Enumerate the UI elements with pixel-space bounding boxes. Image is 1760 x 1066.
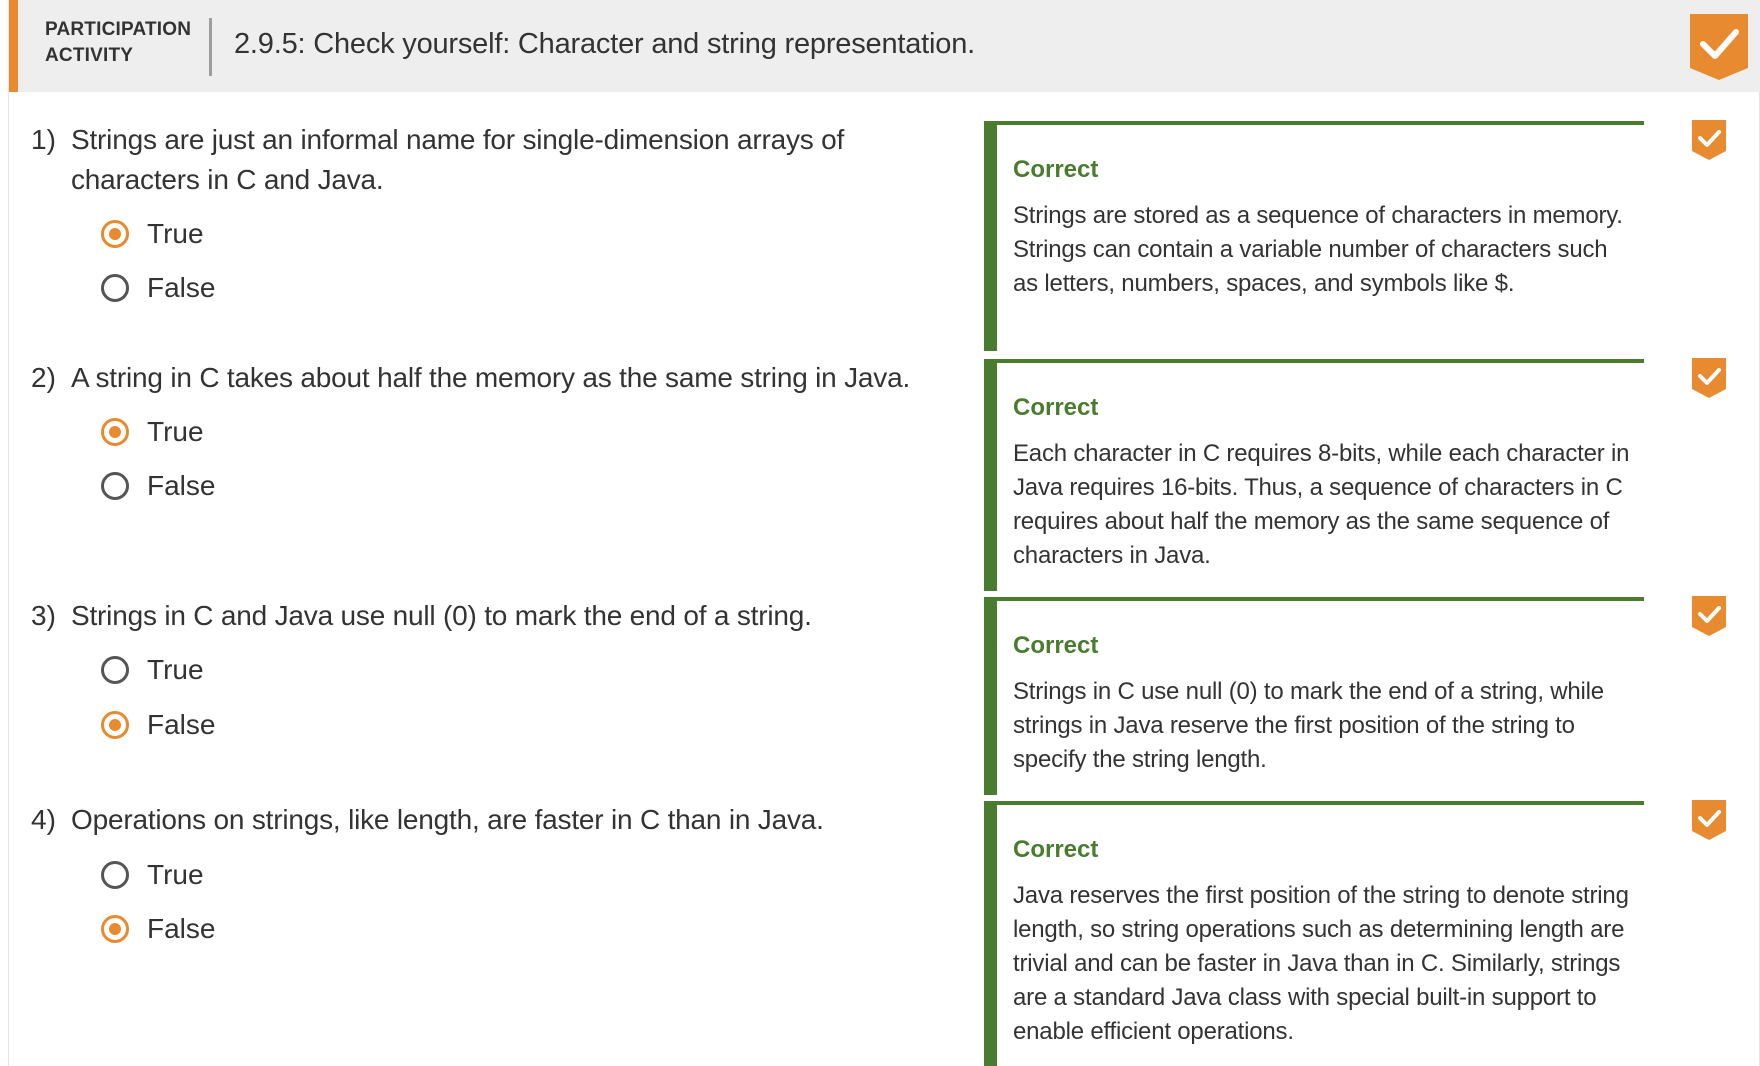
choice-label: False <box>147 272 216 303</box>
participation-label-line1: PARTICIPATION <box>45 19 192 40</box>
radio-selected-icon[interactable] <box>101 915 129 943</box>
choice-label: True <box>147 218 204 249</box>
question-text-line: characters in C and Java. <box>71 164 384 195</box>
question-text-line: A string in C takes about half the memor… <box>71 362 911 393</box>
feedback-text: Each character in C requires 8-bits, whi… <box>1013 440 1630 569</box>
choice-label: True <box>147 654 204 685</box>
feedback-text: Java reserves the first position of the … <box>1013 882 1629 1045</box>
question-complete-checkmark-icon <box>1692 358 1726 398</box>
question-text: Strings are just an informal name for si… <box>71 120 951 200</box>
question-number: 3) <box>31 600 56 631</box>
choice-true[interactable]: True <box>101 650 204 690</box>
question-text: A string in C takes about half the memor… <box>71 358 951 398</box>
feedback-text: Strings are stored as a sequence of char… <box>1013 202 1623 297</box>
choice-label: False <box>147 709 216 740</box>
question-text: Operations on strings, like length, are … <box>71 800 951 840</box>
choice-false[interactable]: False <box>101 466 215 506</box>
feedback-title: Correct <box>1013 836 1099 863</box>
participation-label-line2: ACTIVITY <box>45 45 134 66</box>
choice-label: False <box>147 913 216 944</box>
question-complete-checkmark-icon <box>1692 120 1726 160</box>
radio-selected-icon[interactable] <box>101 711 129 739</box>
feedback-panel: Correct Strings in C use null (0) to mar… <box>984 597 1644 795</box>
question-text: Strings in C and Java use null (0) to ma… <box>71 596 951 636</box>
choice-true[interactable]: True <box>101 855 204 895</box>
choice-label: True <box>147 859 204 890</box>
participation-activity: PARTICIPATION ACTIVITY 2.9.5: Check your… <box>8 0 1760 1066</box>
choice-true[interactable]: True <box>101 412 204 452</box>
feedback-title: Correct <box>1013 156 1099 183</box>
question-number: 4) <box>31 804 56 835</box>
question-number: 1) <box>31 124 56 155</box>
activity-header: PARTICIPATION ACTIVITY 2.9.5: Check your… <box>9 0 1760 92</box>
header-divider <box>209 18 212 76</box>
feedback-title: Correct <box>1013 394 1099 421</box>
choice-true[interactable]: True <box>101 214 204 254</box>
radio-unselected-icon[interactable] <box>101 656 129 684</box>
question-text-line: Strings are just an informal name for si… <box>71 124 845 155</box>
feedback-title: Correct <box>1013 632 1099 659</box>
question-text-line: Operations on strings, like length, are … <box>71 804 824 835</box>
feedback-panel: Correct Java reserves the first position… <box>984 801 1644 1066</box>
choice-false[interactable]: False <box>101 909 215 949</box>
activity-title: 2.9.5: Check yourself: Character and str… <box>234 28 975 60</box>
choice-label: False <box>147 470 216 501</box>
feedback-panel: Correct Each character in C requires 8-b… <box>984 359 1644 591</box>
question-complete-checkmark-icon <box>1692 596 1726 636</box>
question-text-line: Strings in C and Java use null (0) to ma… <box>71 600 812 631</box>
question-complete-checkmark-icon <box>1692 800 1726 840</box>
radio-unselected-icon[interactable] <box>101 274 129 302</box>
feedback-text: Strings in C use null (0) to mark the en… <box>1013 678 1604 773</box>
completion-checkmark-icon <box>1690 14 1748 80</box>
radio-unselected-icon[interactable] <box>101 472 129 500</box>
radio-selected-icon[interactable] <box>101 418 129 446</box>
radio-selected-icon[interactable] <box>101 220 129 248</box>
choice-label: True <box>147 416 204 447</box>
question-number: 2) <box>31 362 56 393</box>
radio-unselected-icon[interactable] <box>101 861 129 889</box>
choice-false[interactable]: False <box>101 705 215 745</box>
choice-false[interactable]: False <box>101 268 215 308</box>
feedback-panel: Correct Strings are stored as a sequence… <box>984 121 1644 351</box>
participation-activity-label: PARTICIPATION ACTIVITY <box>45 17 205 69</box>
